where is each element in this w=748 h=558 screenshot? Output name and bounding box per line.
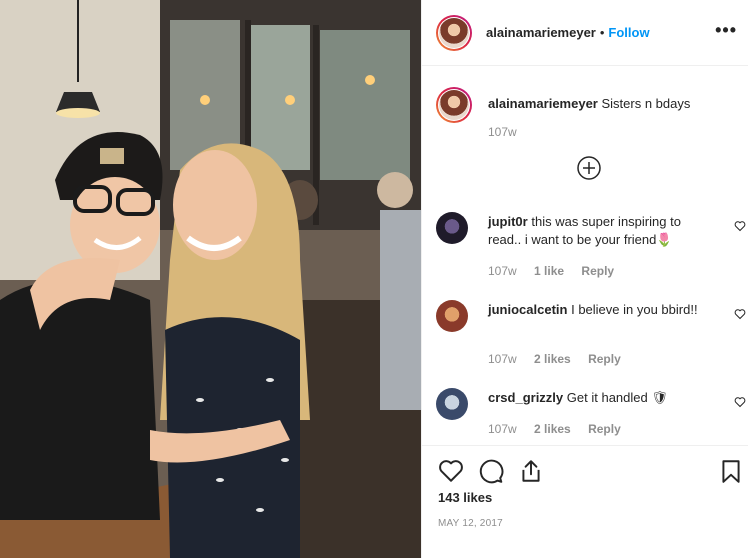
small-heart-icon[interactable] (734, 308, 746, 320)
comments-section[interactable]: alainamariemeyer Sisters n bdays 107w ju… (422, 67, 748, 445)
shield-emoji: 🛡 (651, 390, 668, 405)
caption-text: Sisters n bdays (601, 96, 691, 111)
comment-text: I believe in you bbird!! (571, 302, 698, 317)
small-heart-icon[interactable] (734, 396, 746, 408)
likes-count[interactable]: 143 likes (438, 490, 492, 505)
author-avatar[interactable] (436, 15, 472, 51)
comment-age[interactable]: 107w (488, 352, 517, 366)
post-photo-illustration (0, 0, 421, 558)
commenter-avatar[interactable] (436, 388, 468, 420)
caption-username[interactable]: alainamariemeyer (488, 96, 598, 111)
plus-circle-icon[interactable] (577, 156, 601, 180)
comment-likes[interactable]: 2 likes (534, 352, 571, 366)
comment-age[interactable]: 107w (488, 422, 517, 436)
small-heart-icon[interactable] (734, 220, 746, 232)
author-username[interactable]: alainamariemeyer (486, 25, 596, 40)
comment-likes[interactable]: 2 likes (534, 422, 571, 436)
post-actions: 143 likes MAY 12, 2017 (422, 445, 748, 558)
reply-button[interactable]: Reply (588, 352, 621, 366)
reply-button[interactable]: Reply (588, 422, 621, 436)
header-separator: • (599, 25, 605, 40)
reply-button[interactable]: Reply (581, 264, 614, 278)
comment-text: Get it handled (566, 390, 648, 405)
heart-icon[interactable] (438, 458, 464, 484)
post-panel: alainamariemeyer • Follow ••• alainamari… (421, 0, 748, 558)
bookmark-icon[interactable] (718, 458, 744, 484)
comment-username[interactable]: crsd_grizzly (488, 390, 563, 405)
comment-bubble-icon[interactable] (478, 458, 504, 484)
comment-username[interactable]: juniocalcetin (488, 302, 567, 317)
tulip-emoji: 🌷 (656, 232, 673, 247)
more-options-icon[interactable]: ••• (715, 20, 737, 41)
comment-likes[interactable]: 1 like (534, 264, 564, 278)
post-photo[interactable] (0, 0, 421, 558)
share-icon[interactable] (518, 458, 544, 484)
commenter-avatar[interactable] (436, 212, 468, 244)
caption-author-avatar[interactable] (436, 87, 472, 123)
commenter-avatar[interactable] (436, 300, 468, 332)
post-header: alainamariemeyer • Follow ••• (422, 0, 748, 66)
caption-age[interactable]: 107w (488, 125, 517, 139)
comment-username[interactable]: jupit0r (488, 214, 528, 229)
follow-button[interactable]: Follow (608, 25, 649, 40)
comment-age[interactable]: 107w (488, 264, 517, 278)
post-date[interactable]: MAY 12, 2017 (438, 518, 503, 529)
